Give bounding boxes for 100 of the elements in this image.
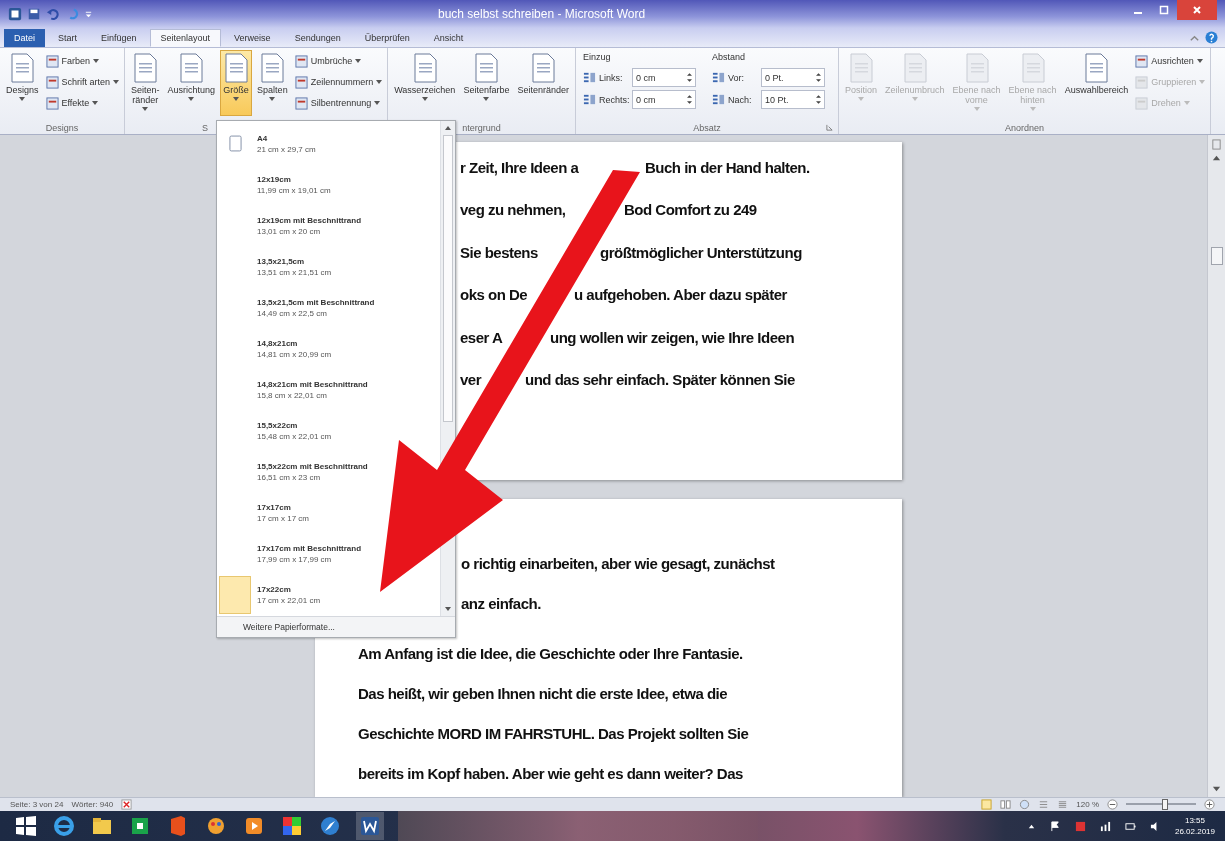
start-icon[interactable] [14,814,38,838]
word-app-icon [8,7,22,21]
zoom-out-icon[interactable] [1107,799,1118,810]
ribbon-button[interactable]: Größe [220,50,253,116]
word-count[interactable]: Wörter: 940 [71,800,114,809]
section-heading: Abstand [711,52,746,64]
page-icon [178,53,205,83]
ribbon-button[interactable]: Ausrichtung [164,50,219,116]
scroll-down-icon[interactable] [1212,784,1221,793]
customize-toolbar-icon[interactable] [84,9,93,19]
paper-size-name[interactable]: 17x22cm [257,584,291,594]
ribbon-button[interactable]: Designs [3,50,42,116]
spin-arrows-icon[interactable] [686,94,692,105]
caret-icon [374,101,381,105]
ribbon-tab[interactable]: Datei [4,29,45,47]
minimize-ribbon-icon[interactable] [1189,33,1200,44]
caret-icon [376,80,383,84]
spin-arrows-icon[interactable] [815,72,821,83]
ribbon-button[interactable]: Zeilennummern [292,73,385,91]
slider-thumb[interactable] [1161,799,1168,810]
scroll-thumb[interactable] [443,135,453,422]
clock-time[interactable]: 13:55 [1184,816,1205,825]
scroll-down-icon[interactable] [444,605,452,613]
document-icon [1135,54,1149,68]
help-icon[interactable] [1205,31,1218,44]
document-text: oks on De [460,286,528,304]
paper-size-name[interactable]: 14,8x21cm [257,338,298,348]
ribbon-button[interactable]: Effekte [43,94,122,112]
browser-icon[interactable] [52,814,76,838]
paper-size-name[interactable]: 12x19cm [257,174,291,184]
tray-app-icon[interactable] [1074,820,1086,832]
network-icon[interactable] [1099,820,1111,832]
word-icon[interactable] [356,812,384,840]
paper-size-name[interactable]: 15,5x22cm mit Beschnittrand [257,461,368,471]
caret-icon [19,97,26,101]
spin-field[interactable]: 0 Pt. [760,68,825,87]
ribbon-button[interactable]: Schrift arten [43,73,122,91]
scroll-up-icon[interactable] [444,124,452,132]
paper-size-name[interactable]: 15,5x22cm [257,420,298,430]
ribbon-button[interactable]: Farben [43,52,122,70]
battery-icon[interactable] [1124,820,1136,832]
spin-arrows-icon[interactable] [686,72,692,83]
page-count[interactable]: Seite: 3 von 24 [10,800,64,809]
save-icon[interactable] [27,7,41,21]
close-icon[interactable] [1177,0,1217,20]
spin-arrows-icon[interactable] [815,94,821,105]
ribbon-tab[interactable]: Start [47,29,89,47]
page-icon [1083,53,1110,83]
ribbon-button[interactable]: Umbrüche [292,52,385,70]
ribbon-tab[interactable]: Einfügen [90,29,148,47]
dialog-launcher-icon[interactable] [825,124,833,131]
field-label: Nach: [727,94,753,105]
page-icon [530,53,557,83]
paper-size-name[interactable]: 13,5x21,5cm [257,256,305,266]
paper-size-name[interactable]: 17x17cm mit Beschnittrand [257,543,362,553]
paper-size-name[interactable]: 12x19cm mit Beschnittrand [257,215,362,225]
document-icon [45,96,59,110]
reading-layout-icon[interactable] [1000,799,1012,810]
spin-field[interactable]: 10 Pt. [760,90,825,109]
caret-icon [858,97,864,101]
ribbon-button[interactable]: Seitenfarbe [460,50,513,116]
scroll-up-icon[interactable] [1212,154,1221,163]
proofing-icon[interactable] [121,799,133,810]
group-label: S [202,122,209,133]
spacing-icon [711,93,725,106]
flag-icon[interactable] [1049,820,1061,832]
ribbon-tab[interactable]: Seitenlayout [149,29,222,47]
ribbon-button[interactable]: Auswahlbereich [1061,50,1132,116]
vertical-scrollbar[interactable] [1207,135,1225,797]
caret-icon [113,80,120,84]
paper-size-name[interactable]: A4 [257,133,268,143]
caret-icon [973,107,980,111]
paper-size-name[interactable]: 13,5x21,5cm mit Beschnittrand [257,297,375,307]
document-text: bereits im Kopf haben. Aber wie geht es dann weiter? Das [358,764,743,782]
zoom-in-icon[interactable] [1204,799,1215,810]
ribbon-tab[interactable]: Ansicht [422,29,475,47]
ribbon-button[interactable]: Seiten- ränder [128,50,163,116]
ribbon-button[interactable]: Spalten [254,50,291,116]
compass-icon[interactable] [318,814,342,838]
more-paper-sizes-link[interactable]: Weitere Papierformate... [217,616,455,637]
ribbon-tab[interactable]: Überprüfen [353,29,421,47]
paper-size-name[interactable]: 14,8x21cm mit Beschnittrand [257,379,368,389]
page-icon [223,53,250,83]
undo-icon[interactable] [46,7,60,21]
page-icon [1019,53,1046,83]
ribbon-button[interactable]: Silbentrennung [292,94,385,112]
ribbon-button[interactable]: Seitenränder [514,50,572,116]
ribbon-button[interactable]: Wasserzeichen [391,50,459,116]
spin-field[interactable]: 0 cm [631,90,696,109]
spin-field[interactable]: 0 cm [631,68,696,87]
scroll-thumb[interactable] [1210,247,1223,265]
ribbon-tab[interactable]: Sendungen [283,29,352,47]
caret-icon [421,97,428,101]
zoom-level[interactable]: 120 % [1076,800,1099,809]
caret-icon [93,59,100,63]
ribbon-tab[interactable]: Verweise [223,29,282,47]
ribbon-button[interactable]: Ausrichten [1133,52,1208,70]
puzzle-icon[interactable] [280,814,304,838]
clock-date[interactable]: 26.02.2019 [1174,827,1215,836]
paper-size-name[interactable]: 17x17cm [257,502,291,512]
